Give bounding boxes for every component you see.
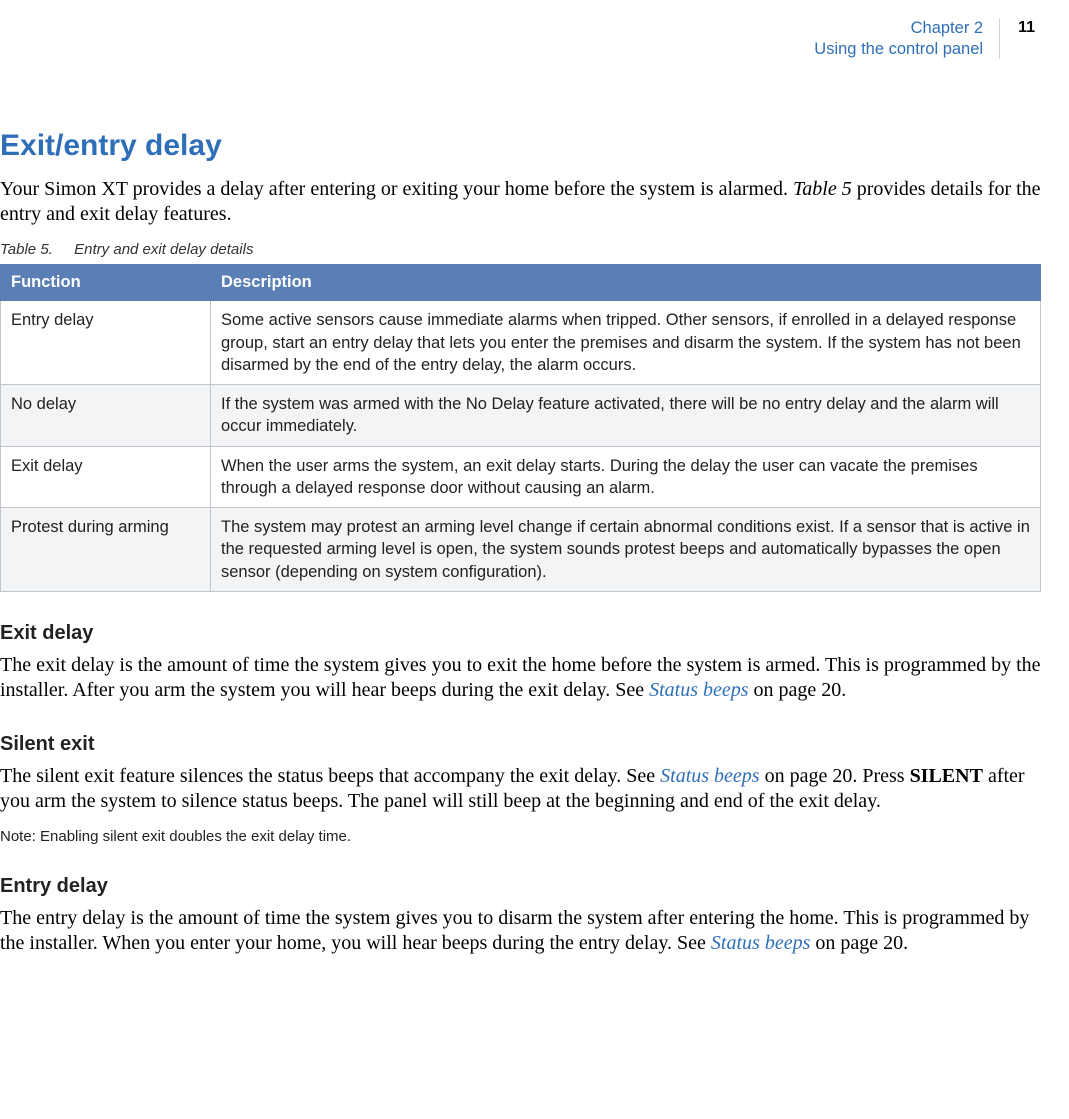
heading-exit-delay: Exit delay <box>0 622 1041 645</box>
table-cell-description: If the system was armed with the No Dela… <box>211 385 1041 447</box>
heading-entry-delay: Entry delay <box>0 875 1041 898</box>
table-caption-label: Table 5. <box>0 241 70 258</box>
table-cell-function: No delay <box>1 385 211 447</box>
table-caption: Table 5. Entry and exit delay details <box>0 241 1041 258</box>
table-row: Exit delay When the user arms the system… <box>1 446 1041 508</box>
link-status-beeps[interactable]: Status beeps <box>649 679 748 701</box>
intro-paragraph: Your Simon XT provides a delay after ent… <box>0 177 1041 227</box>
text: The silent exit feature silences the sta… <box>0 765 660 787</box>
text: on page 20. <box>810 932 908 954</box>
page-header: Chapter 2 Using the control panel 11 <box>0 18 1041 59</box>
paragraph-entry-delay: The entry delay is the amount of time th… <box>0 906 1041 956</box>
link-status-beeps[interactable]: Status beeps <box>660 765 759 787</box>
chapter-line-2: Using the control panel <box>814 39 983 60</box>
table-cell-function: Exit delay <box>1 446 211 508</box>
paragraph-silent-exit: The silent exit feature silences the sta… <box>0 764 1041 814</box>
table-header-function: Function <box>1 265 211 301</box>
text: on page 20. Press <box>760 765 910 787</box>
table-cell-description: When the user arms the system, an exit d… <box>211 446 1041 508</box>
delay-details-table: Function Description Entry delay Some ac… <box>0 264 1041 592</box>
link-status-beeps[interactable]: Status beeps <box>711 932 810 954</box>
page-root: Chapter 2 Using the control panel 11 Exi… <box>0 0 1069 1119</box>
table-row: Entry delay Some active sensors cause im… <box>1 301 1041 385</box>
table-header-row: Function Description <box>1 265 1041 301</box>
note-label: Note: <box>0 828 36 845</box>
page-number: 11 <box>1018 18 1035 37</box>
table-caption-text: Entry and exit delay details <box>74 241 253 258</box>
note-text: Enabling silent exit doubles the exit de… <box>36 828 351 845</box>
heading-silent-exit: Silent exit <box>0 733 1041 756</box>
table-cell-description: The system may protest an arming level c… <box>211 508 1041 592</box>
strong-silent: SILENT <box>910 765 983 787</box>
table-cell-description: Some active sensors cause immediate alar… <box>211 301 1041 385</box>
paragraph-exit-delay: The exit delay is the amount of time the… <box>0 653 1041 703</box>
table-row: Protest during arming The system may pro… <box>1 508 1041 592</box>
table-row: No delay If the system was armed with th… <box>1 385 1041 447</box>
content: Exit/entry delay Your Simon XT provides … <box>0 129 1041 956</box>
chapter-block: Chapter 2 Using the control panel <box>814 18 1000 59</box>
table-cell-function: Entry delay <box>1 301 211 385</box>
table-cell-function: Protest during arming <box>1 508 211 592</box>
text: on page 20. <box>749 679 847 701</box>
text: The exit delay is the amount of time the… <box>0 654 1041 701</box>
intro-text-1: Your Simon XT provides a delay after ent… <box>0 178 793 200</box>
page-title: Exit/entry delay <box>0 129 1041 163</box>
note-silent-exit: Note: Enabling silent exit doubles the e… <box>0 828 1041 845</box>
chapter-line-1: Chapter 2 <box>814 18 983 39</box>
table-reference-link[interactable]: Table 5 <box>793 178 852 200</box>
table-header-description: Description <box>211 265 1041 301</box>
